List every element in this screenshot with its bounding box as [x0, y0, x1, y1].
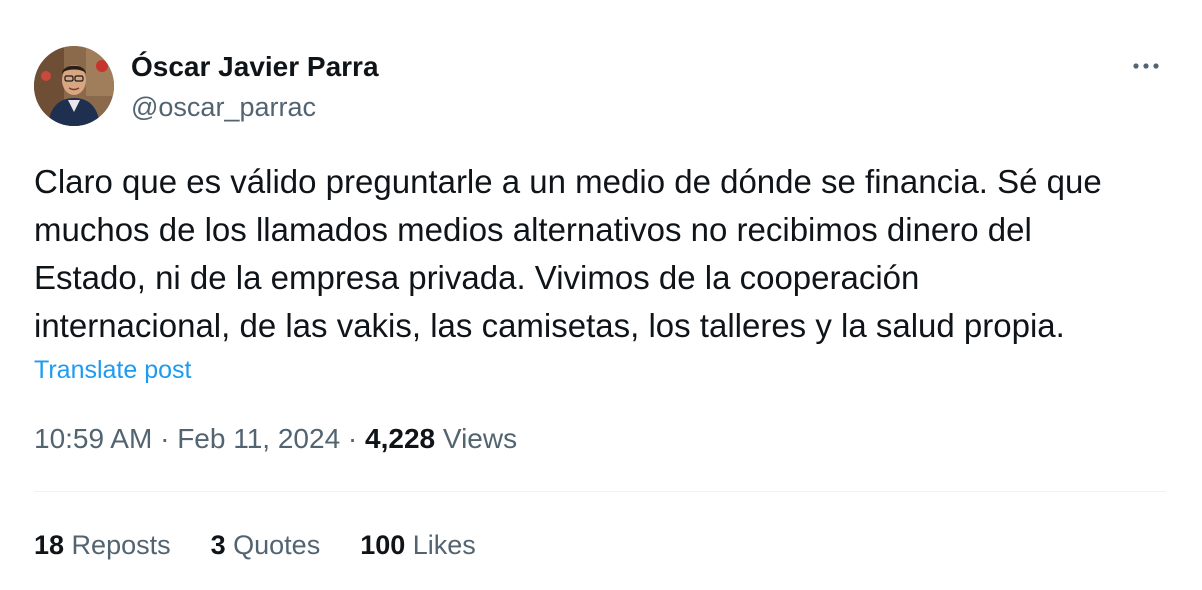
meta-separator: · — [152, 423, 178, 454]
engagement-stats: 18 Reposts 3 Quotes 100 Likes — [34, 528, 476, 562]
more-options-icon[interactable] — [1128, 50, 1164, 82]
quotes-stat[interactable]: 3 Quotes — [211, 528, 321, 562]
post-card: Óscar Javier Parra @oscar_parrac Claro q… — [0, 0, 1202, 590]
meta-separator: · — [340, 423, 366, 454]
author-name[interactable]: Óscar Javier Parra — [131, 50, 379, 84]
likes-label: Likes — [405, 530, 476, 560]
likes-stat[interactable]: 100 Likes — [360, 528, 476, 562]
translate-post-link[interactable]: Translate post — [34, 354, 191, 386]
avatar-image — [34, 46, 114, 126]
quotes-label: Quotes — [225, 530, 321, 560]
quotes-count: 3 — [210, 530, 226, 560]
likes-count: 100 — [360, 530, 406, 560]
post-time[interactable]: 10:59 AM — [34, 423, 152, 454]
reposts-label: Reposts — [64, 530, 171, 560]
post-text: Claro que es válido preguntarle a un med… — [34, 163, 1102, 344]
avatar[interactable] — [34, 46, 114, 126]
reposts-stat[interactable]: 18 Reposts — [34, 528, 171, 562]
divider — [34, 491, 1166, 492]
author-handle[interactable]: @oscar_parrac — [131, 90, 316, 124]
post-date[interactable]: Feb 11, 2024 — [177, 423, 340, 454]
views-count: 4,228 — [365, 423, 436, 454]
post-metadata: 10:59 AM · Feb 11, 2024 · 4,228 Views — [34, 422, 517, 456]
views-label: Views — [435, 423, 518, 454]
reposts-count: 18 — [34, 530, 65, 560]
